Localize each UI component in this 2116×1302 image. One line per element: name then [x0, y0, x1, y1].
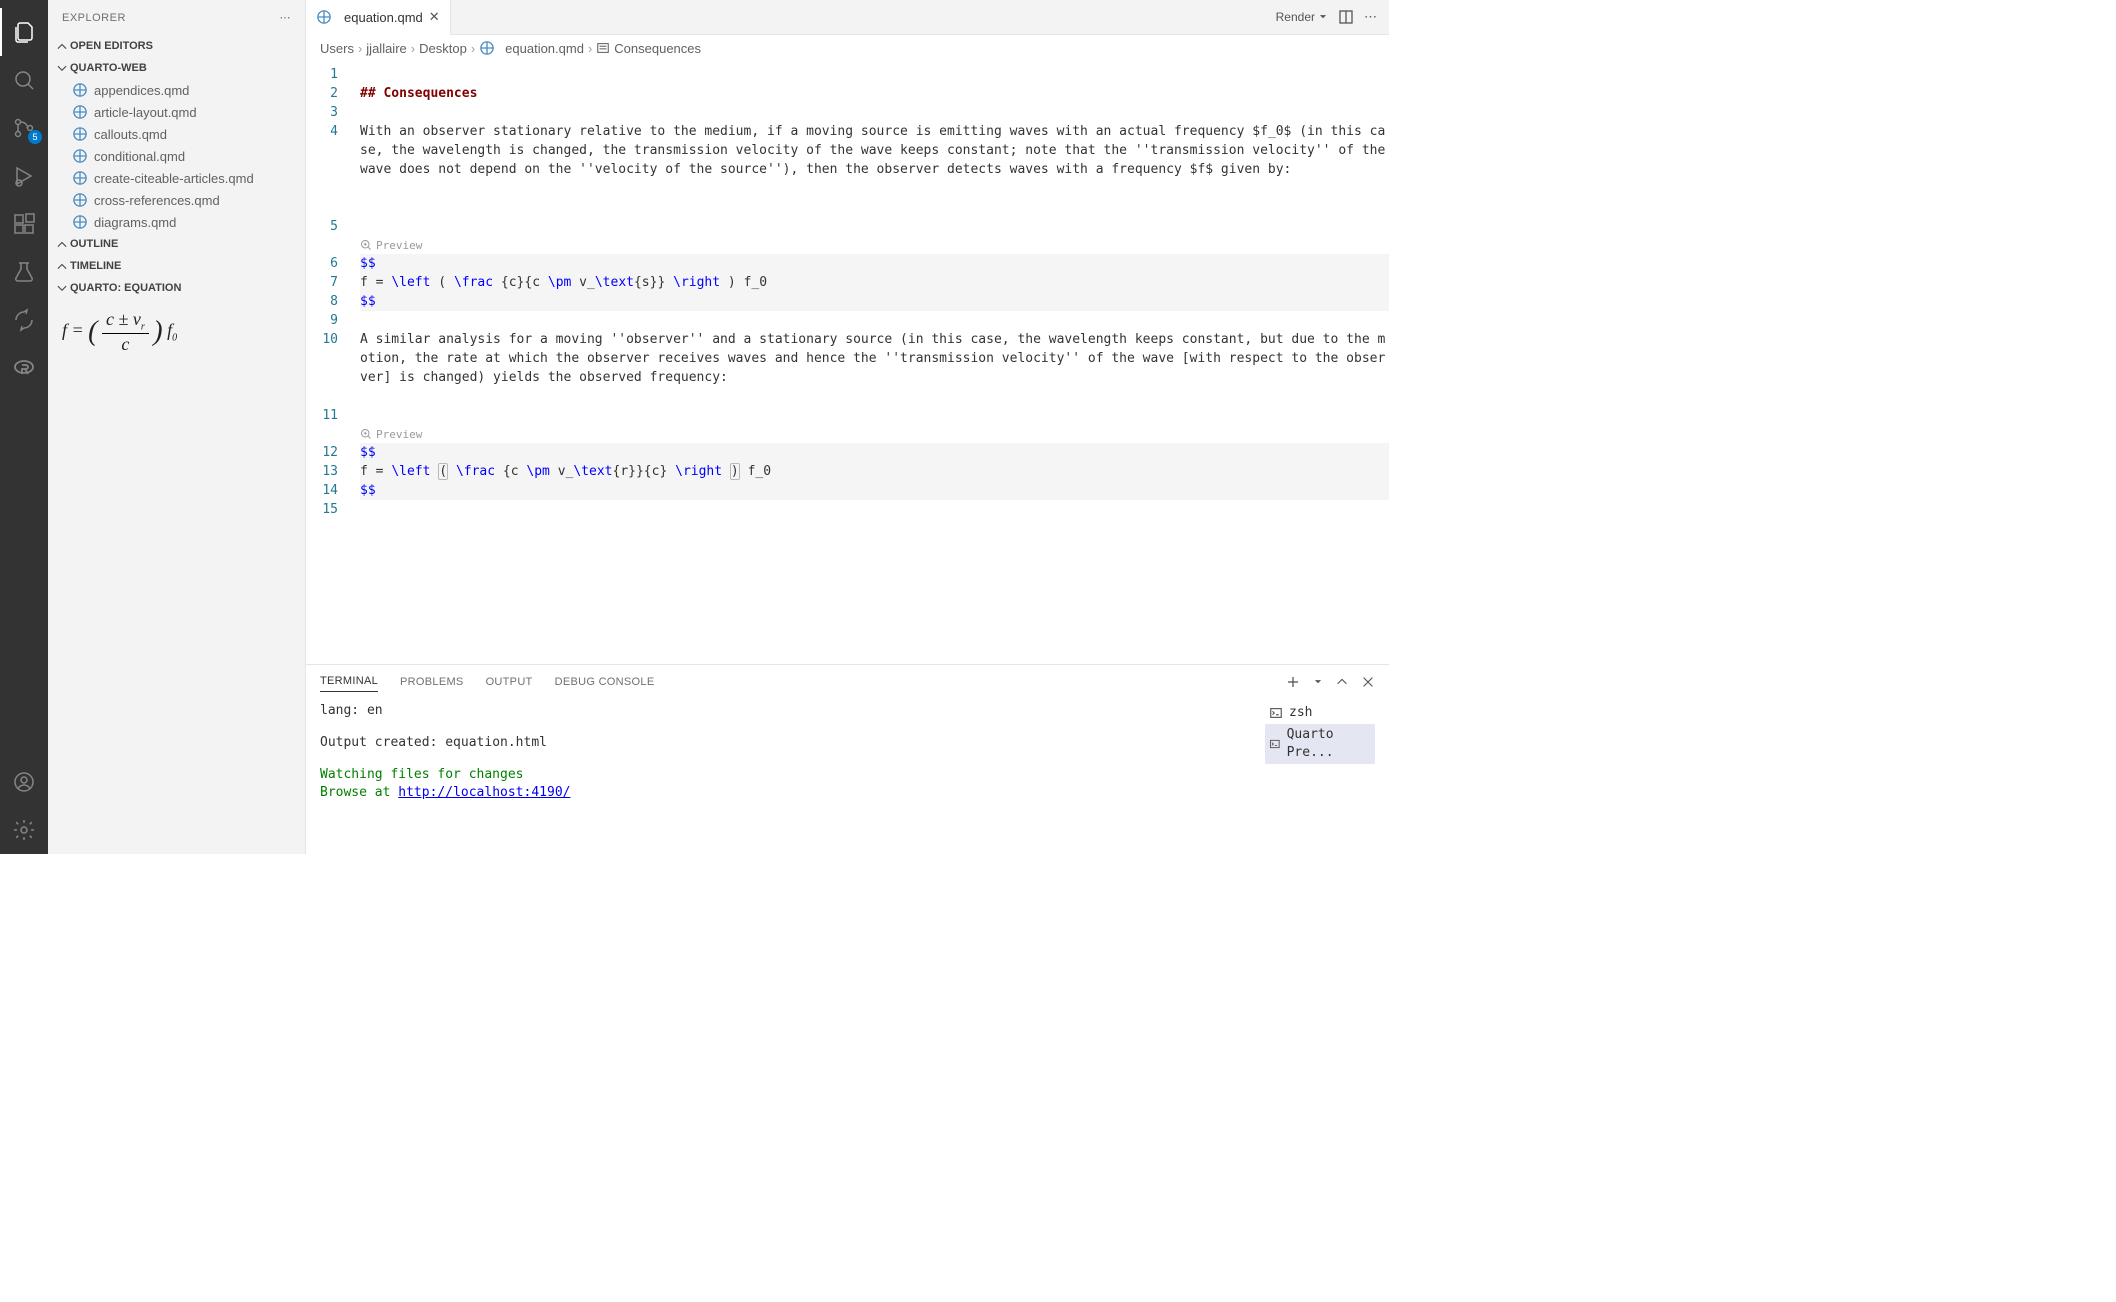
quarto-file-icon [72, 214, 88, 230]
scm-badge: 5 [28, 130, 42, 144]
quarto-file-icon [316, 9, 332, 25]
quarto-file-icon [479, 40, 495, 56]
sidebar-title: EXPLORER [62, 12, 126, 24]
split-editor-icon[interactable] [1338, 9, 1354, 25]
bottom-panel: TERMINAL PROBLEMS OUTPUT DEBUG CONSOLE l… [306, 664, 1389, 854]
more-actions-icon[interactable]: ⋯ [1364, 9, 1377, 25]
code-content[interactable]: ## Consequences With an observer station… [356, 61, 1389, 664]
open-editors-section[interactable]: OPEN EDITORS [48, 35, 305, 57]
editor-group: equation.qmd ✕ Render ⋯ Users › jjallair… [306, 0, 1389, 854]
gutter: 1 2 3 4 5 6 7 8 9 10 11 12 13 14 15 [306, 61, 356, 664]
render-button[interactable]: Render [1276, 10, 1328, 24]
panel-tabs: TERMINAL PROBLEMS OUTPUT DEBUG CONSOLE [306, 665, 1389, 698]
chevron-right-icon [54, 258, 70, 274]
chevron-down-icon [54, 60, 70, 76]
terminal-link[interactable]: http://localhost:4190/ [398, 785, 570, 800]
terminal-output[interactable]: lang: en Output created: equation.html W… [320, 702, 1265, 850]
quarto-equation-section[interactable]: QUARTO: EQUATION [48, 277, 305, 299]
file-item[interactable]: appendices.qmd [48, 79, 305, 101]
sidebar-more-icon[interactable]: ⋯ [280, 11, 292, 24]
explorer-sidebar: EXPLORER ⋯ OPEN EDITORS QUARTO-WEB appen… [48, 0, 306, 854]
terminal-dropdown-icon[interactable] [1313, 677, 1323, 687]
source-control-icon[interactable]: 5 [0, 104, 48, 152]
testing-icon[interactable] [0, 248, 48, 296]
chevron-right-icon [54, 38, 70, 54]
sidebar-header: EXPLORER ⋯ [48, 0, 305, 35]
folder-section[interactable]: QUARTO-WEB [48, 57, 305, 79]
new-terminal-icon[interactable] [1285, 674, 1301, 690]
quarto-file-icon [72, 192, 88, 208]
share-icon[interactable] [0, 296, 48, 344]
preview-codelens[interactable]: Preview [356, 425, 1389, 443]
quarto-file-icon [72, 148, 88, 164]
file-item[interactable]: conditional.qmd [48, 145, 305, 167]
outline-section[interactable]: OUTLINE [48, 233, 305, 255]
extensions-icon[interactable] [0, 200, 48, 248]
file-item[interactable]: cross-references.qmd [48, 189, 305, 211]
output-tab[interactable]: OUTPUT [486, 672, 533, 692]
accounts-icon[interactable] [0, 758, 48, 806]
file-item[interactable]: diagrams.qmd [48, 211, 305, 233]
breadcrumb[interactable]: Users › jjallaire › Desktop › equation.q… [306, 35, 1389, 61]
tab-equation[interactable]: equation.qmd ✕ [306, 0, 451, 35]
quarto-file-icon [72, 170, 88, 186]
explorer-icon[interactable] [0, 8, 48, 56]
problems-tab[interactable]: PROBLEMS [400, 672, 464, 692]
search-icon[interactable] [0, 56, 48, 104]
file-item[interactable]: callouts.qmd [48, 123, 305, 145]
quarto-file-icon [72, 82, 88, 98]
symbol-icon [596, 41, 610, 55]
preview-codelens[interactable]: Preview [356, 236, 1389, 254]
settings-gear-icon[interactable] [0, 806, 48, 854]
file-item[interactable]: article-layout.qmd [48, 101, 305, 123]
tab-bar: equation.qmd ✕ Render ⋯ [306, 0, 1389, 35]
maximize-panel-icon[interactable] [1335, 675, 1349, 689]
chevron-right-icon [54, 236, 70, 252]
close-icon[interactable]: ✕ [429, 9, 440, 25]
tab-actions: Render ⋯ [1276, 9, 1389, 25]
close-panel-icon[interactable] [1361, 675, 1375, 689]
quarto-file-icon [72, 126, 88, 142]
activity-bar: 5 [0, 0, 48, 854]
quarto-file-icon [72, 104, 88, 120]
terminal-list: zsh Quarto Pre... [1265, 702, 1375, 850]
equation-preview: f = ( c ± vr c ) f0 [48, 299, 305, 365]
terminal-tab[interactable]: TERMINAL [320, 671, 378, 692]
chevron-down-icon [54, 280, 70, 296]
terminal-body[interactable]: lang: en Output created: equation.html W… [306, 698, 1389, 854]
r-icon[interactable] [0, 344, 48, 392]
code-editor[interactable]: 1 2 3 4 5 6 7 8 9 10 11 12 13 14 15 ## C… [306, 61, 1389, 664]
run-debug-icon[interactable] [0, 152, 48, 200]
terminal-entry-quarto[interactable]: Quarto Pre... [1265, 724, 1375, 764]
timeline-section[interactable]: TIMELINE [48, 255, 305, 277]
debug-console-tab[interactable]: DEBUG CONSOLE [555, 672, 655, 692]
file-item[interactable]: create-citeable-articles.qmd [48, 167, 305, 189]
terminal-entry-zsh[interactable]: zsh [1265, 702, 1375, 724]
file-list: appendices.qmd article-layout.qmd callou… [48, 79, 305, 233]
